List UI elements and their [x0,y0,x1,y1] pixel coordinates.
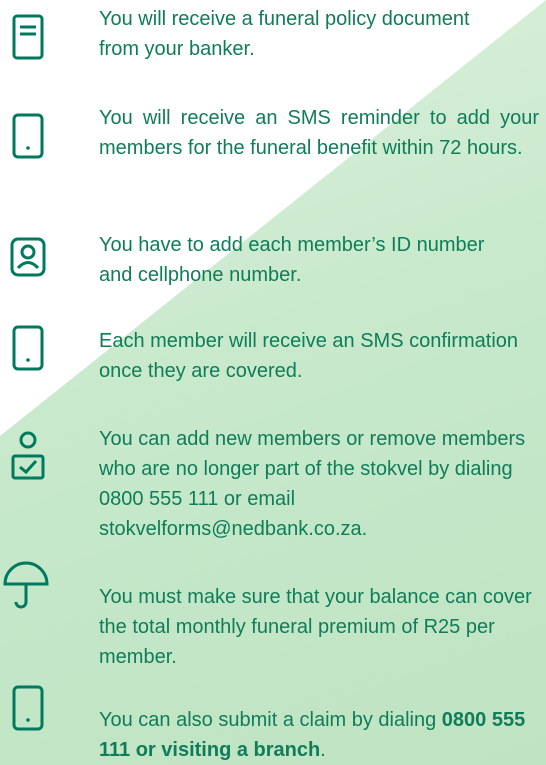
umbrella-icon [2,558,50,612]
step-3-text: You have to add each member’s ID number … [99,234,485,286]
step-7-text-plain: You can also submit a claim by dialing [99,709,437,731]
step-5-text: You can add new members or remove member… [99,428,526,540]
id-card-icon [10,237,46,277]
step-2-text: You will receive an SMS reminder to add … [99,107,539,159]
phone-icon [10,685,46,731]
document-icon [10,14,46,60]
step-6-text: You must make sure that your balance can… [99,586,532,668]
person-check-icon [10,430,46,480]
phone-icon [10,325,46,371]
step-4-text: Each member will receive an SMS confirma… [99,330,519,382]
step-7-text: You can also submit a claim by dialing 0… [99,705,544,765]
phone-icon [10,113,46,159]
step-7-text-end: . [320,739,326,761]
step-1-text: You will receive a funeral policy docume… [99,8,470,60]
